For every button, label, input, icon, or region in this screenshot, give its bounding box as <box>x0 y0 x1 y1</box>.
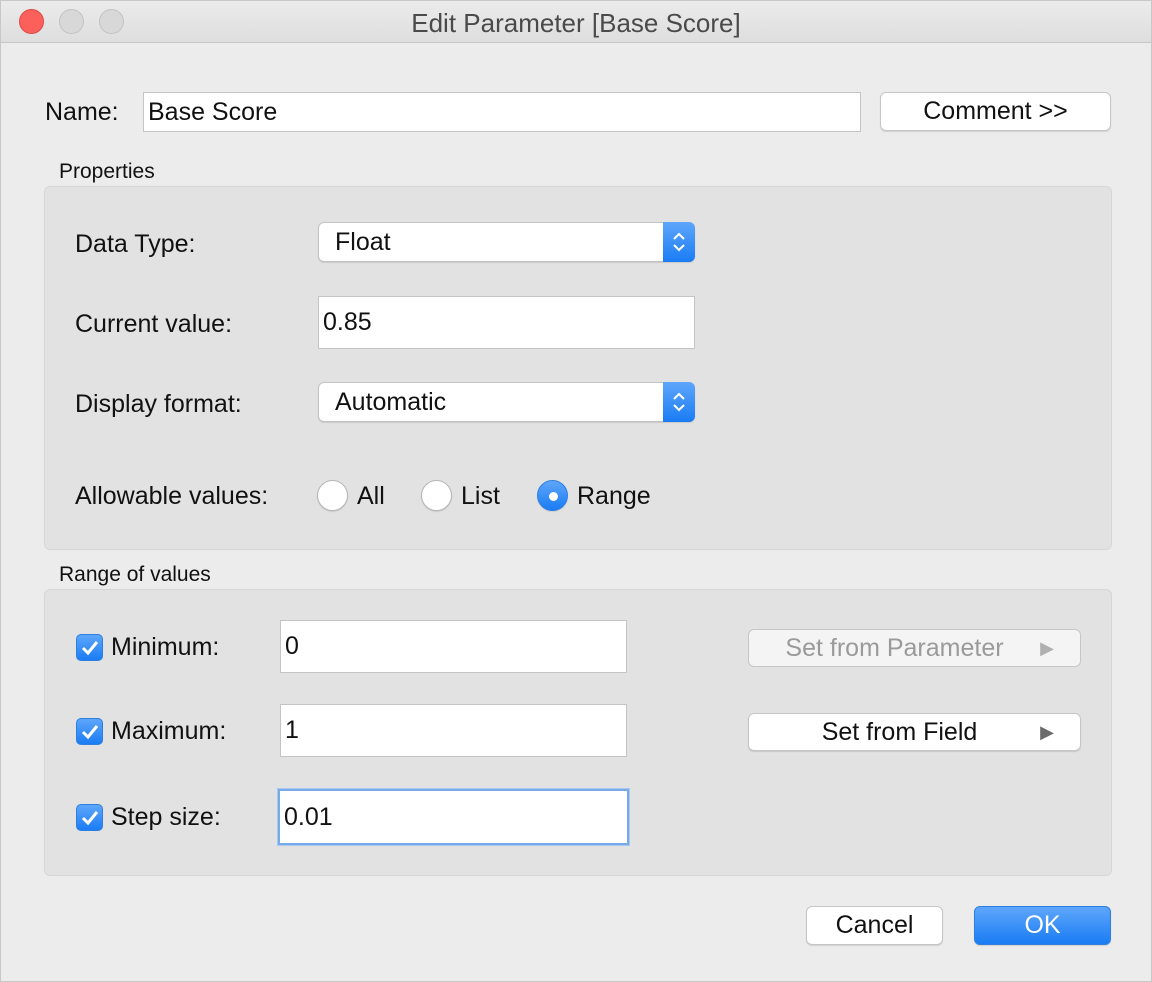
set-from-field-label: Set from Field <box>821 717 978 746</box>
data-type-select[interactable]: Float <box>318 222 695 262</box>
set-from-field-button[interactable]: Set from Field ▶ <box>748 713 1081 751</box>
step-size-input[interactable]: 0.01 <box>278 789 629 845</box>
maximum-value: 1 <box>285 716 299 744</box>
comment-button[interactable]: Comment >> <box>880 92 1111 131</box>
step-size-value: 0.01 <box>284 802 333 831</box>
allowable-values-label: Allowable values: <box>75 482 269 510</box>
checkmark-icon <box>81 724 98 739</box>
minimum-checkbox[interactable] <box>76 634 103 661</box>
current-value-text: 0.85 <box>323 308 372 336</box>
set-from-parameter-label: Set from Parameter <box>785 633 1004 662</box>
play-arrow-icon: ▶ <box>1040 637 1054 658</box>
display-format-select[interactable]: Automatic <box>318 382 695 422</box>
current-value-input[interactable]: 0.85 <box>318 296 695 349</box>
radio-all[interactable] <box>317 480 348 511</box>
radio-list-label[interactable]: List <box>461 482 500 511</box>
step-size-checkbox[interactable] <box>76 804 103 831</box>
stepper-updown-icon <box>663 222 695 262</box>
cancel-button[interactable]: Cancel <box>806 906 943 945</box>
minimum-label: Minimum: <box>111 633 220 661</box>
data-type-label: Data Type: <box>75 230 196 258</box>
window-title: Edit Parameter [Base Score] <box>411 8 741 38</box>
display-format-label: Display format: <box>75 390 242 418</box>
play-arrow-icon: ▶ <box>1040 721 1054 742</box>
data-type-value: Float <box>335 227 391 256</box>
dialog-window: Edit Parameter [Base Score] Name: Base S… <box>0 0 1152 982</box>
name-input[interactable]: Base Score <box>143 92 861 132</box>
title-bar: Edit Parameter [Base Score] <box>1 1 1151 43</box>
radio-range[interactable] <box>537 480 568 511</box>
ok-button[interactable]: OK <box>974 906 1111 945</box>
stepper-updown-icon <box>663 382 695 422</box>
current-value-label: Current value: <box>75 310 233 338</box>
radio-range-label[interactable]: Range <box>577 482 651 511</box>
name-label: Name: <box>45 98 119 126</box>
checkmark-icon <box>81 640 98 655</box>
set-from-parameter-button: Set from Parameter ▶ <box>748 629 1081 667</box>
maximum-checkbox[interactable] <box>76 718 103 745</box>
range-section-title: Range of values <box>59 563 211 586</box>
name-input-value: Base Score <box>148 97 278 126</box>
display-format-value: Automatic <box>335 387 447 416</box>
step-size-label: Step size: <box>111 803 221 831</box>
maximum-input[interactable]: 1 <box>280 704 627 757</box>
checkmark-icon <box>81 810 98 825</box>
minimum-input[interactable]: 0 <box>280 620 627 673</box>
properties-section-title: Properties <box>59 160 155 183</box>
radio-all-label[interactable]: All <box>357 482 385 511</box>
minimum-value: 0 <box>285 632 299 660</box>
radio-list[interactable] <box>421 480 452 511</box>
maximum-label: Maximum: <box>111 717 227 745</box>
